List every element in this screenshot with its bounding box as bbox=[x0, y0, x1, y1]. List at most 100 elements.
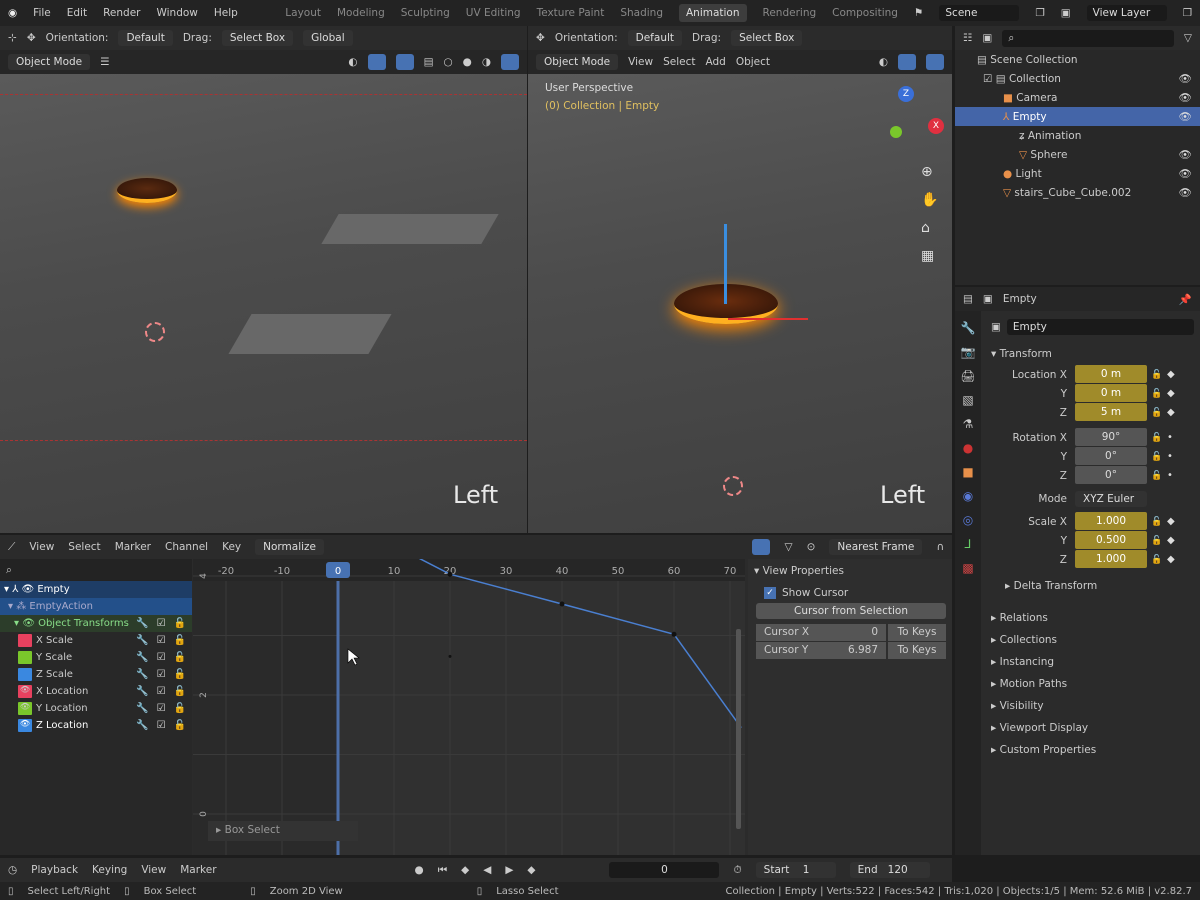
rotation-z-field[interactable]: 0° bbox=[1075, 466, 1147, 484]
tab-layout[interactable]: Layout bbox=[285, 7, 321, 19]
tab-shading[interactable]: Shading bbox=[620, 7, 663, 19]
pan-hand-icon[interactable]: ✋ bbox=[921, 192, 938, 208]
view-layer-icon[interactable]: ▣ bbox=[1061, 7, 1071, 19]
editor-type-icon[interactable]: ▤ bbox=[963, 293, 973, 305]
menu-select[interactable]: Select bbox=[68, 541, 100, 553]
pin-icon[interactable]: 📌 bbox=[1179, 293, 1192, 306]
lock-icon[interactable]: 🔓 bbox=[1147, 408, 1167, 418]
shading-wire-icon[interactable]: ○ bbox=[443, 56, 452, 68]
rotation-mode-dropdown[interactable]: XYZ Euler bbox=[1075, 490, 1147, 507]
tab-texture-paint[interactable]: Texture Paint bbox=[537, 7, 605, 19]
channel-color-swatch[interactable] bbox=[18, 634, 32, 647]
mute-checkbox[interactable]: ☑ bbox=[157, 652, 166, 663]
instancing-panel[interactable]: ▸ Instancing bbox=[981, 651, 1200, 673]
scale-x-field[interactable]: 1.000 bbox=[1075, 512, 1147, 530]
keyframe-icon[interactable]: ◆ bbox=[1167, 407, 1175, 418]
zoom-icon[interactable]: ⊕ bbox=[921, 164, 938, 180]
outliner-search-icon[interactable]: ⌕ bbox=[1002, 29, 1174, 47]
eye-icon[interactable]: 👁 bbox=[1179, 148, 1192, 161]
keyframe-dot-icon[interactable]: • bbox=[1167, 470, 1173, 481]
menu-help[interactable]: Help bbox=[214, 7, 238, 19]
outliner-item-collection[interactable]: ☑ ▤ Collection 👁 bbox=[955, 69, 1200, 88]
lock-icon[interactable]: 🔓 bbox=[174, 703, 186, 714]
mode-dropdown[interactable]: Object Mode bbox=[536, 54, 619, 70]
lock-icon[interactable]: 🔓 bbox=[174, 618, 186, 629]
channel-object-empty[interactable]: ▾ ⅄ 👁 Empty bbox=[0, 581, 192, 598]
view-properties-header[interactable]: ▾ View Properties bbox=[754, 565, 946, 577]
scene-field[interactable]: Scene bbox=[939, 5, 1020, 21]
camera-view-icon[interactable]: ⌂ bbox=[921, 220, 938, 236]
menu-key[interactable]: Key bbox=[222, 541, 241, 553]
render-tab-icon[interactable]: 📷 bbox=[961, 345, 976, 359]
menu-playback[interactable]: Playback bbox=[31, 864, 78, 876]
filter-icon[interactable]: ▽ bbox=[1184, 32, 1192, 44]
eye-icon[interactable]: 👁 bbox=[1179, 91, 1192, 104]
delta-transform-panel[interactable]: ▸ Delta Transform bbox=[991, 575, 1194, 597]
play-reverse-icon[interactable]: ◀ bbox=[483, 864, 491, 876]
overlay-toggle-icon[interactable] bbox=[395, 54, 414, 70]
lock-icon[interactable]: 🔓 bbox=[1147, 433, 1167, 443]
lock-icon[interactable]: 🔓 bbox=[174, 686, 186, 697]
visibility-icon[interactable]: ◐ bbox=[348, 56, 357, 68]
xray-icon[interactable]: ▤ bbox=[424, 56, 434, 68]
modifier-wrench-icon[interactable]: 🔧 bbox=[136, 669, 148, 680]
tab-uv-editing[interactable]: UV Editing bbox=[466, 7, 521, 19]
modifier-wrench-icon[interactable]: 🔧 bbox=[136, 703, 148, 714]
mute-checkbox[interactable]: ☑ bbox=[157, 618, 166, 629]
mode-dropdown[interactable]: Object Mode bbox=[8, 54, 91, 70]
keyframe-dot-icon[interactable]: • bbox=[1167, 451, 1173, 462]
start-frame-field[interactable]: Start 1 bbox=[755, 862, 836, 878]
tool-tab-icon[interactable]: 🔧 bbox=[961, 321, 976, 335]
shading-solid-icon[interactable]: ● bbox=[463, 56, 472, 68]
mute-checkbox[interactable]: ☑ bbox=[157, 669, 166, 680]
channel-action[interactable]: ▾ ⁂ EmptyAction bbox=[0, 598, 192, 615]
shading-material-icon[interactable]: ◑ bbox=[482, 56, 491, 68]
view-layer-field[interactable]: View Layer bbox=[1086, 5, 1167, 21]
menu-select[interactable]: Select bbox=[663, 56, 695, 68]
channel-group-object-transforms[interactable]: ▾ 👁 Object Transforms 🔧 ☑ 🔓 bbox=[0, 615, 192, 632]
location-z-field[interactable]: 5 m bbox=[1075, 403, 1147, 421]
filter-icon[interactable]: ▽ bbox=[784, 541, 792, 553]
snap-dropdown[interactable]: Nearest Frame bbox=[829, 539, 923, 555]
location-x-field[interactable]: 0 m bbox=[1075, 365, 1147, 383]
outliner-item-light[interactable]: ● Light 👁 bbox=[955, 164, 1200, 183]
next-key-icon[interactable]: ◆ bbox=[527, 864, 535, 876]
outliner-scene-collection[interactable]: ▤ Scene Collection bbox=[955, 50, 1200, 69]
channel-color-swatch[interactable]: 👁 bbox=[18, 719, 32, 732]
motion-paths-panel[interactable]: ▸ Motion Paths bbox=[981, 673, 1200, 695]
outliner-item-camera[interactable]: ■ Camera 👁 bbox=[955, 88, 1200, 107]
gizmo-y-axis[interactable] bbox=[890, 126, 902, 138]
object-data-icon[interactable]: ▣ bbox=[991, 321, 1001, 333]
gizmo-z-axis[interactable]: Z bbox=[898, 86, 914, 102]
last-operator-panel[interactable]: ▸ Box Select bbox=[208, 821, 358, 841]
play-icon[interactable]: ▶ bbox=[505, 864, 513, 876]
stopwatch-icon[interactable]: ⏱ bbox=[733, 864, 741, 877]
menu-file[interactable]: File bbox=[33, 7, 51, 19]
lock-icon[interactable]: 🔓 bbox=[1147, 555, 1167, 565]
keyframe-icon[interactable]: ◆ bbox=[1167, 535, 1175, 546]
lock-icon[interactable]: 🔓 bbox=[174, 652, 186, 663]
keyframe-icon[interactable]: ◆ bbox=[1167, 388, 1175, 399]
proportional-icon[interactable]: ∩ bbox=[936, 541, 944, 553]
lock-icon[interactable]: 🔓 bbox=[1147, 389, 1167, 399]
custom-properties-panel[interactable]: ▸ Custom Properties bbox=[981, 739, 1200, 761]
vertical-scrollbar[interactable] bbox=[736, 629, 741, 829]
ortho-grid-icon[interactable]: ▦ bbox=[921, 248, 938, 264]
channel-search[interactable]: ⌕ bbox=[0, 559, 192, 581]
menu-channel[interactable]: Channel bbox=[165, 541, 208, 553]
tab-sculpting[interactable]: Sculpting bbox=[401, 7, 450, 19]
gizmo-toggle-icon[interactable] bbox=[367, 54, 386, 70]
viewport-left-canvas[interactable]: Left bbox=[0, 74, 527, 533]
relations-panel[interactable]: ▸ Relations bbox=[981, 607, 1200, 629]
orientation-dropdown[interactable]: Default bbox=[627, 30, 683, 46]
channel-row[interactable]: Z Scale 🔧 ☑ 🔓 bbox=[0, 666, 192, 683]
tab-compositing[interactable]: Compositing bbox=[832, 7, 898, 19]
modifier-wrench-icon[interactable]: 🔧 bbox=[136, 720, 148, 731]
outliner-item-sphere[interactable]: ▽ Sphere 👁 bbox=[955, 145, 1200, 164]
visibility-icon[interactable]: ◐ bbox=[879, 56, 888, 68]
cursor-x-field[interactable]: Cursor X 0 bbox=[756, 623, 886, 641]
prev-key-icon[interactable]: ◆ bbox=[461, 864, 469, 876]
viewport-display-panel[interactable]: ▸ Viewport Display bbox=[981, 717, 1200, 739]
tab-animation[interactable]: Animation bbox=[678, 4, 747, 22]
outliner-item-stairs[interactable]: ▽ stairs_Cube_Cube.002 👁 bbox=[955, 183, 1200, 202]
